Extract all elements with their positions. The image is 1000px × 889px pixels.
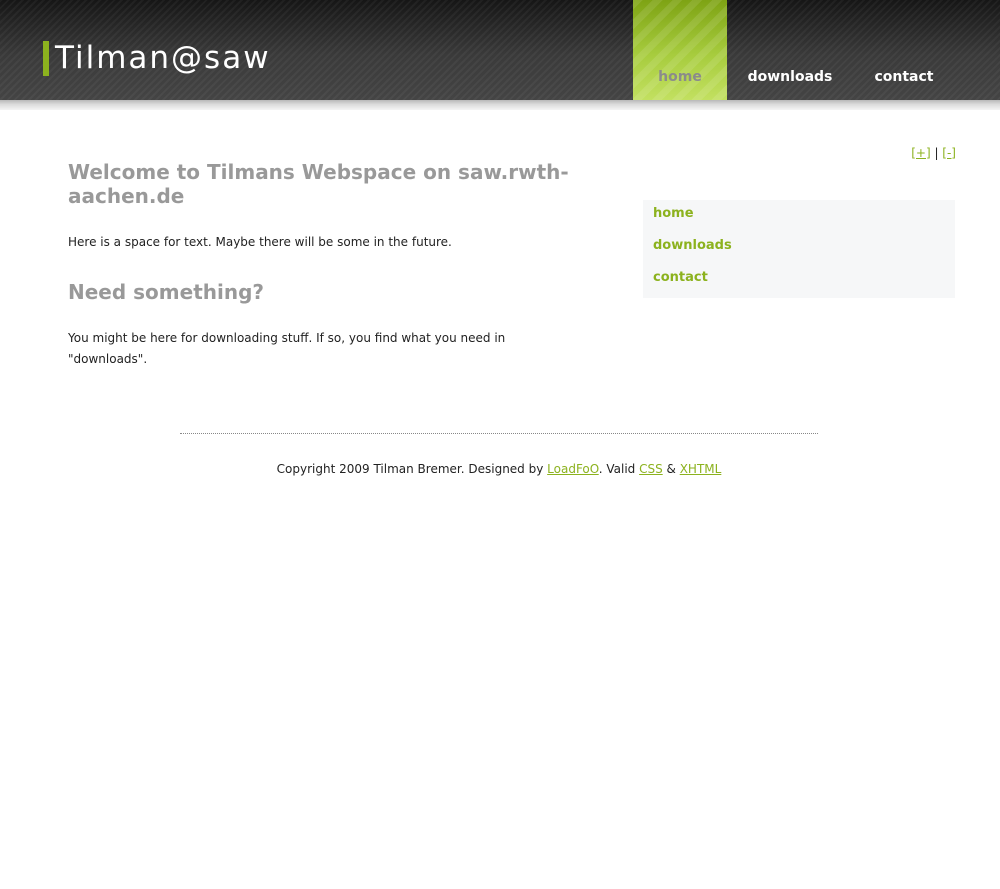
font-increase-link[interactable]: [+] xyxy=(911,146,930,160)
footer-valid-text: . Valid xyxy=(598,462,640,476)
site-logo[interactable]: Tilman@saw xyxy=(55,38,271,78)
downloads-hint-text: You might be here for downloading stuff.… xyxy=(68,331,506,366)
xhtml-validator-link[interactable]: XHTML xyxy=(680,462,722,476)
nav-downloads[interactable]: downloads xyxy=(738,0,842,100)
designer-link[interactable]: LoadFoO xyxy=(547,462,599,476)
footer: Copyright 2009 Tilman Bremer. Designed b… xyxy=(0,460,998,478)
logo-accent-bar xyxy=(43,41,49,76)
section-heading: Need something? xyxy=(68,280,265,304)
page-title: Welcome to Tilmans Webspace on saw.rwth-… xyxy=(68,160,569,208)
footer-copyright-text: Copyright 2009 Tilman Bremer. Designed b… xyxy=(276,462,548,476)
footer-divider xyxy=(180,433,818,434)
nav-contact[interactable]: contact xyxy=(858,0,950,100)
intro-text: Here is a space for text. Maybe there wi… xyxy=(68,235,452,249)
font-controls-separator: | xyxy=(930,146,943,160)
site-header: Tilman@saw home downloads contact xyxy=(0,0,1000,100)
header-bottom-strip xyxy=(0,100,1000,110)
sidebar-item-contact[interactable]: contact xyxy=(653,266,955,298)
footer-ampersand: & xyxy=(662,462,680,476)
sidebar-item-downloads[interactable]: downloads xyxy=(653,234,955,266)
sidebar-item-home[interactable]: home xyxy=(653,202,955,234)
sidebar-menu: home downloads contact xyxy=(643,200,955,298)
font-decrease-link[interactable]: [-] xyxy=(942,146,956,160)
nav-home[interactable]: home xyxy=(633,0,727,100)
font-size-controls: [+] | [-] xyxy=(911,146,956,160)
css-validator-link[interactable]: CSS xyxy=(639,462,663,476)
